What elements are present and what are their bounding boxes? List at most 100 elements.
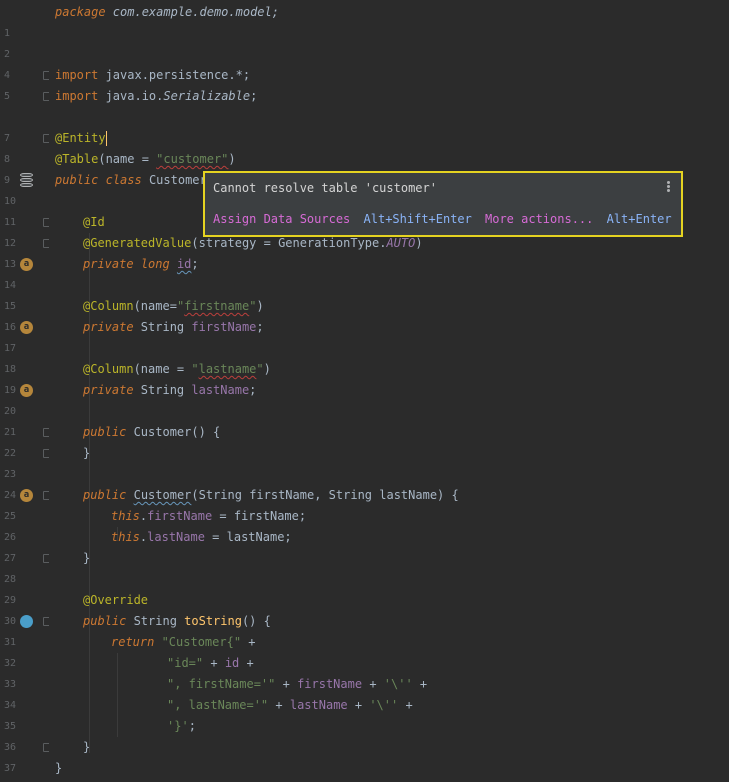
gutter-line: 29 (0, 590, 49, 611)
code-line: private String firstName; (83, 320, 264, 334)
gutter-line: 4 (0, 65, 51, 86)
line-number: 36 (4, 742, 17, 753)
action-label[interactable]: More actions... (485, 212, 593, 226)
line-number: 22 (4, 448, 17, 459)
annotation-id-icon[interactable]: a (20, 258, 33, 271)
gutter-line: 7 (0, 128, 51, 149)
gutter-line: 35 (0, 716, 49, 737)
line-number: 4 (4, 70, 11, 81)
code-line: @Column(name="firstname") (83, 299, 264, 313)
line-number: 8 (4, 154, 11, 165)
line-number: 13 (4, 259, 17, 270)
line-number: 26 (4, 532, 17, 543)
code-line: } (83, 740, 91, 754)
indent-guide (117, 653, 118, 737)
annotation-icon[interactable]: a (20, 321, 33, 334)
line-number: 29 (4, 595, 17, 606)
line-number: 25 (4, 511, 17, 522)
code-editor[interactable]: package com.example.demo.model; import j… (49, 0, 729, 782)
gutter-line: 22 (0, 443, 51, 464)
code-line: @Column(name = "lastname") (83, 362, 271, 376)
code-line: ", lastName='" + lastName + '\'' + (167, 698, 413, 712)
gutter-line: 20 (0, 401, 49, 422)
gutter-line: 18 (0, 359, 49, 380)
code-line: @Override (83, 593, 149, 607)
gutter-line: 24 a (0, 485, 51, 506)
line-number: 11 (4, 217, 17, 228)
line-number: 10 (4, 196, 17, 207)
annotation-icon[interactable]: a (20, 489, 33, 502)
line-number: 33 (4, 679, 17, 690)
assign-data-sources-action[interactable]: Assign Data Sources Alt+Shift+Enter (213, 210, 472, 228)
code-line: import javax.persistence.*; (55, 68, 251, 82)
gutter-line: 2 (0, 44, 49, 65)
gutter-line: 36 (0, 737, 51, 758)
code-line: private String lastName; (83, 383, 257, 397)
line-number: 18 (4, 364, 17, 375)
gutter-line: 30 (0, 611, 51, 632)
code-line: private long id; (83, 257, 199, 271)
editor-gutter[interactable]: 1 2 4 5 7 8 9 10 11 12 13 a 14 15 16 a 17 … (0, 0, 51, 782)
line-number: 21 (4, 427, 17, 438)
gutter-line: 16 a (0, 317, 49, 338)
code-line: public class Customer (55, 173, 207, 187)
gutter-line: 17 (0, 338, 49, 359)
line-number: 5 (4, 91, 11, 102)
code-line: import java.io.Serializable; (55, 89, 258, 103)
line-number: 9 (4, 175, 11, 186)
action-label[interactable]: Assign Data Sources (213, 212, 350, 226)
text-caret (105, 131, 107, 146)
gutter-line: 33 (0, 674, 49, 695)
shortcut-label: Alt+Enter (606, 212, 672, 226)
code-line: public Customer() { (83, 425, 221, 439)
tooltip-message: Cannot resolve table 'customer' (213, 181, 437, 195)
gutter-line: 14 (0, 275, 49, 296)
gutter-line: 11 (0, 212, 51, 233)
line-number: 12 (4, 238, 17, 249)
line-number: 14 (4, 280, 17, 291)
line-number: 23 (4, 469, 17, 480)
gutter-line: 26 (0, 527, 49, 548)
code-line: @Entity (55, 131, 107, 146)
shortcut-label: Alt+Shift+Enter (363, 212, 472, 226)
line-number: 37 (4, 763, 17, 774)
line-number: 34 (4, 700, 17, 711)
code-line: } (83, 551, 91, 565)
line-number: 2 (4, 49, 11, 60)
line-number: 20 (4, 406, 17, 417)
gutter-line: 10 (0, 191, 49, 212)
gutter-line: 31 (0, 632, 49, 653)
annotation-icon[interactable]: a (20, 384, 33, 397)
database-icon[interactable] (20, 173, 33, 187)
line-number: 32 (4, 658, 17, 669)
line-number: 35 (4, 721, 17, 732)
gutter-line: 21 (0, 422, 51, 443)
line-number: 30 (4, 616, 17, 627)
gutter-line: 1 (0, 23, 49, 44)
code-line: this.firstName = firstName; (111, 509, 307, 523)
line-number: 1 (4, 28, 11, 39)
more-options-icon[interactable] (667, 181, 671, 193)
gutter-line: 23 (0, 464, 49, 485)
more-actions-action[interactable]: More actions... Alt+Enter (485, 210, 672, 228)
gutter-line: 12 (0, 233, 51, 254)
code-line: this.lastName = lastName; (111, 530, 292, 544)
gutter-line: 13 a (0, 254, 49, 275)
line-number: 24 (4, 490, 17, 501)
line-number: 19 (4, 385, 17, 396)
gutter-line: 34 (0, 695, 49, 716)
code-line: "id=" + id + (167, 656, 254, 670)
code-line: package com.example.demo.model; (55, 5, 279, 19)
gutter-line: 25 (0, 506, 49, 527)
code-line: return "Customer{" + (111, 635, 256, 649)
override-method-icon[interactable] (20, 615, 33, 628)
gutter-line: 37 (0, 758, 49, 779)
gutter-line: 19 a (0, 380, 49, 401)
line-number: 15 (4, 301, 17, 312)
code-line: } (55, 761, 63, 775)
gutter-line: 32 (0, 653, 49, 674)
gutter-line: 27 (0, 548, 51, 569)
code-line: @Table(name = "customer") (55, 152, 236, 166)
line-number: 16 (4, 322, 17, 333)
gutter-line: 8 (0, 149, 49, 170)
